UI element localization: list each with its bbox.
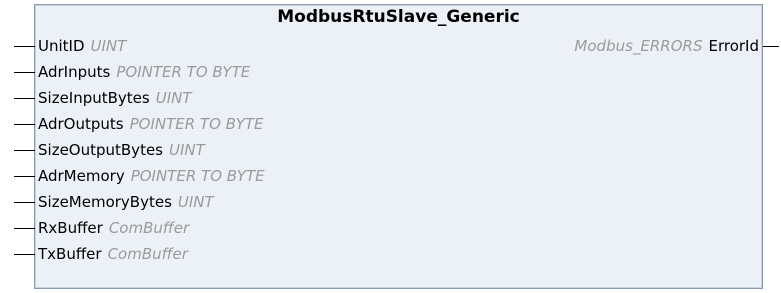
input-pin-sizeoutputbytes[interactable]: SizeOutputBytes UINT [35, 137, 205, 163]
input-connector-line [14, 150, 35, 151]
pin-name: AdrOutputs [38, 115, 124, 133]
output-connector-line [763, 46, 779, 47]
input-pin-adroutputs[interactable]: AdrOutputs POINTER TO BYTE [35, 111, 264, 137]
output-pin-errorid[interactable]: Modbus_ERRORS ErrorId [35, 33, 762, 59]
pin-type: POINTER TO BYTE [116, 63, 251, 81]
pin-name: SizeMemoryBytes [38, 193, 172, 211]
input-connector-line [14, 254, 35, 255]
pin-name: SizeOutputBytes [38, 141, 163, 159]
input-connector-line [14, 202, 35, 203]
input-connector-line [14, 124, 35, 125]
pin-type: ComBuffer [108, 219, 190, 237]
function-block[interactable]: ModbusRtuSlave_Generic UnitID UINT AdrInp… [34, 4, 763, 289]
pin-name: SizeInputBytes [38, 89, 150, 107]
input-connector-line [14, 176, 35, 177]
input-pin-adrinputs[interactable]: AdrInputs POINTER TO BYTE [35, 59, 250, 85]
input-pin-sizememorybytes[interactable]: SizeMemoryBytes UINT [35, 189, 214, 215]
pin-name: AdrInputs [38, 63, 111, 81]
pin-type: Modbus_ERRORS [574, 37, 703, 55]
function-block-title: ModbusRtuSlave_Generic [277, 7, 520, 27]
pin-name: TxBuffer [38, 245, 102, 263]
input-pin-txbuffer[interactable]: TxBuffer ComBuffer [35, 241, 188, 267]
pin-type: UINT [155, 89, 192, 107]
pin-name: ErrorId [708, 37, 759, 55]
input-connector-line [14, 72, 35, 73]
input-pin-sizeinputbytes[interactable]: SizeInputBytes UINT [35, 85, 192, 111]
pin-type: ComBuffer [107, 245, 188, 263]
pin-type: UINT [169, 141, 205, 159]
pin-type: UINT [177, 193, 214, 211]
input-pin-rxbuffer[interactable]: RxBuffer ComBuffer [35, 215, 189, 241]
pin-type: POINTER TO BYTE [130, 167, 265, 185]
input-pin-adrmemory[interactable]: AdrMemory POINTER TO BYTE [35, 163, 265, 189]
pin-name: AdrMemory [38, 167, 125, 185]
input-connector-line [14, 46, 35, 47]
pin-type: POINTER TO BYTE [129, 115, 264, 133]
pin-name: RxBuffer [38, 219, 103, 237]
input-connector-line [14, 98, 35, 99]
input-connector-line [14, 228, 35, 229]
